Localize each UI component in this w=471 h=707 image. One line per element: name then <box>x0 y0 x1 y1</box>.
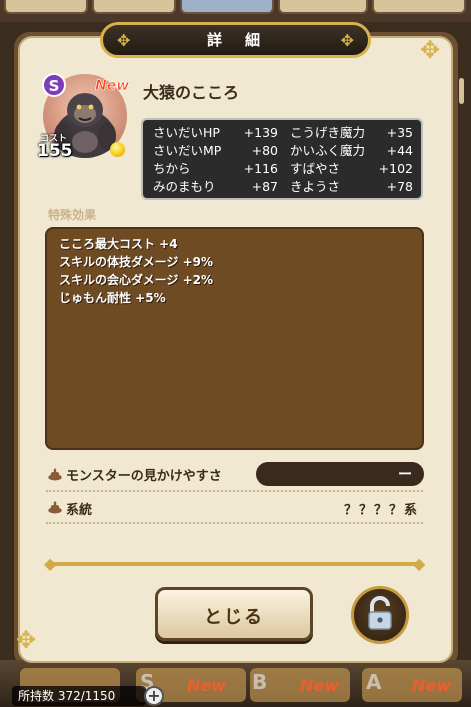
stat-name: かいふく魔力 <box>290 143 366 158</box>
stat-name: きようさ <box>290 179 341 194</box>
stat-name: すばやさ <box>290 161 341 176</box>
stat-name: みのまもり <box>153 179 216 194</box>
background-new-badge: New <box>300 676 340 695</box>
rank-badge: S <box>42 73 66 97</box>
divider-dotted <box>46 490 423 492</box>
close-button-label: とじる <box>204 607 264 628</box>
scroll-indicator[interactable] <box>459 78 464 104</box>
visibility-value: ー <box>398 467 412 483</box>
background-tab[interactable] <box>4 0 88 14</box>
add-capacity-button[interactable]: + <box>144 686 164 706</box>
corner-ornament-icon: ✥ <box>16 626 37 654</box>
divider-dotted <box>46 522 423 524</box>
lock-toggle-button[interactable] <box>351 586 409 644</box>
stat-row: ちから +116 <box>153 160 278 178</box>
lineage-value: ？？？？系 <box>343 503 419 518</box>
dialog-title: 詳 細 <box>206 31 264 49</box>
stat-name: こうげき魔力 <box>290 125 366 140</box>
inventory-count: 所持数 372/1150 <box>12 686 146 706</box>
background-tab-bar <box>0 0 471 22</box>
background-new-badge: New <box>187 676 227 695</box>
stat-value: +116 <box>243 161 278 176</box>
special-effects-box[interactable]: こころ最大コスト +4 スキルの体技ダメージ +9% スキルの会心ダメージ +2… <box>45 227 424 450</box>
cost-value: 155 <box>37 141 73 161</box>
background-new-badge: New <box>412 676 452 695</box>
background-tab[interactable] <box>372 0 466 14</box>
corner-ornament-icon: ✥ <box>420 36 441 64</box>
lineage-label: 系統 <box>66 503 93 518</box>
new-badge: New <box>95 78 130 95</box>
stat-name: さいだいHP <box>153 125 220 140</box>
close-button[interactable]: とじる <box>155 587 313 641</box>
effect-line: スキルの会心ダメージ +2% <box>59 273 214 287</box>
stat-value: +35 <box>386 125 413 140</box>
stat-row: さいだいMP +80 <box>153 142 278 160</box>
stats-table: さいだいHP +139 さいだいMP +80 ちから +116 みのまもり +8… <box>141 118 423 200</box>
background-tab[interactable] <box>92 0 176 14</box>
stat-value: +87 <box>251 179 278 194</box>
effect-line: じゅもん耐性 +5% <box>59 291 166 305</box>
stat-row: すばやさ +102 <box>290 160 413 178</box>
special-effects-label: 特殊効果 <box>48 208 97 222</box>
background-tab[interactable] <box>180 0 274 14</box>
heart-name: 大猿のこころ <box>143 83 240 102</box>
gold-orb-icon <box>110 142 125 157</box>
title-banner: ✥ 詳 細 ✥ <box>100 22 371 58</box>
stat-row: みのまもり +87 <box>153 178 278 196</box>
bullet-icon <box>48 501 62 514</box>
background-card-rank: B <box>252 670 268 694</box>
stat-value: +102 <box>378 161 413 176</box>
fleur-ornament-icon: ✥ <box>340 31 354 50</box>
divider-ornament-icon: ◆ <box>413 554 426 573</box>
effect-line: スキルの体技ダメージ +9% <box>59 255 214 269</box>
ornamental-divider <box>48 562 423 566</box>
visibility-label: モンスターの見かけやすさ <box>66 469 222 484</box>
stat-value: +78 <box>386 179 413 194</box>
background-tab[interactable] <box>278 0 368 14</box>
unlock-icon <box>368 596 392 630</box>
stat-value: +139 <box>243 125 278 140</box>
stat-value: +80 <box>251 143 278 158</box>
stat-value: +44 <box>386 143 413 158</box>
stat-row: きようさ +78 <box>290 178 413 196</box>
stat-name: ちから <box>153 161 191 176</box>
background-card-rank: A <box>366 670 382 694</box>
stat-row: かいふく魔力 +44 <box>290 142 413 160</box>
stat-row: さいだいHP +139 <box>153 124 278 142</box>
bullet-icon <box>48 468 62 481</box>
effect-line: こころ最大コスト +4 <box>59 237 178 251</box>
visibility-bar: ー <box>256 462 424 486</box>
stat-row: こうげき魔力 +35 <box>290 124 413 142</box>
stat-name: さいだいMP <box>153 143 222 158</box>
